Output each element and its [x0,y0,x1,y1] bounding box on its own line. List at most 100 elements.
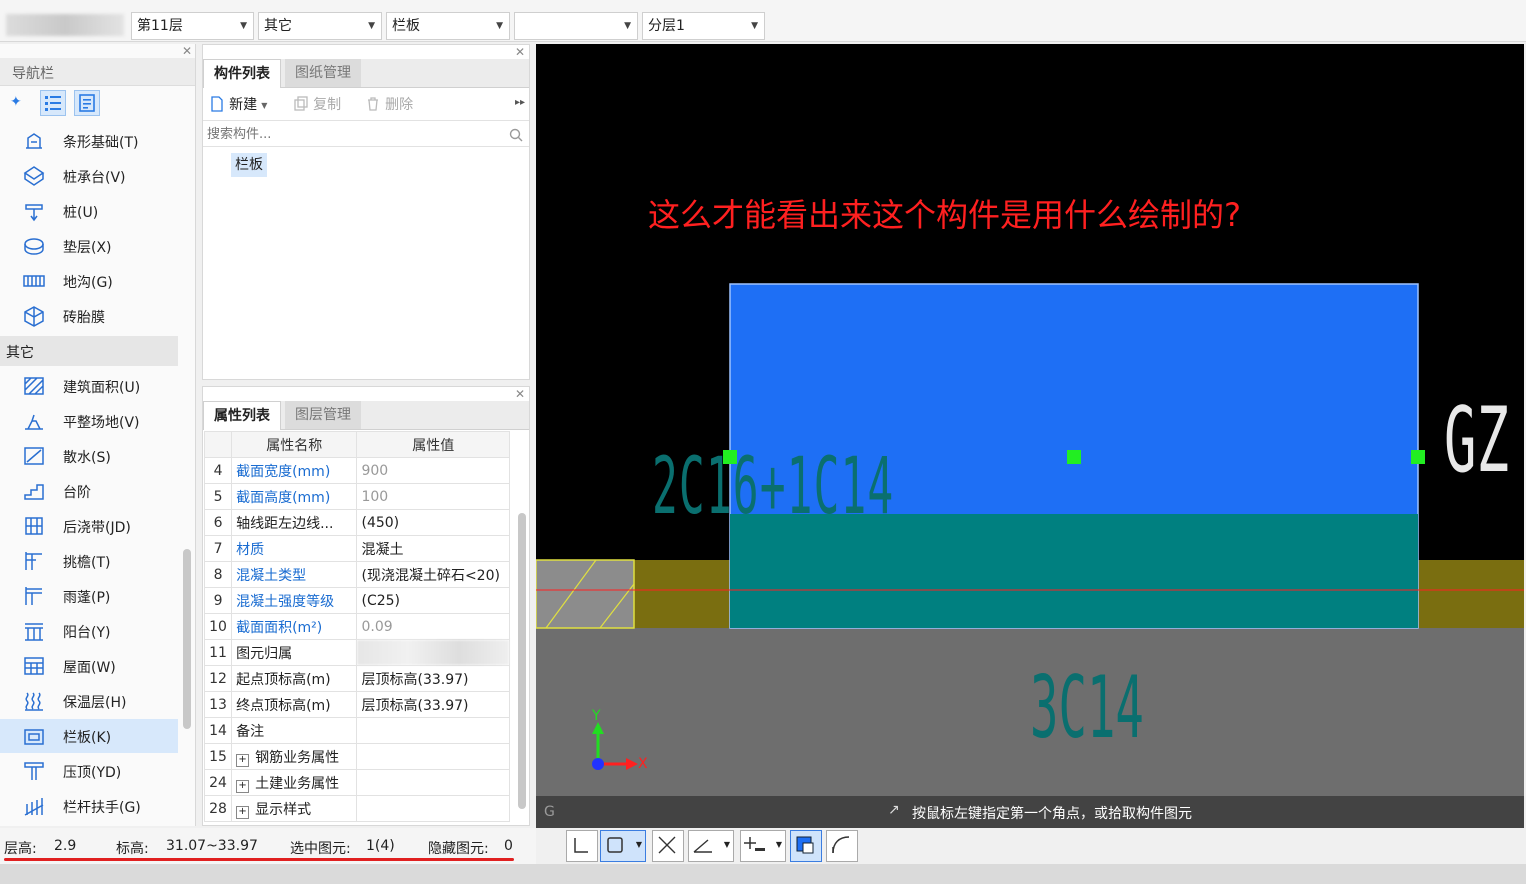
nav-item[interactable]: 后浇带(JD) [0,509,178,543]
property-row[interactable]: 9 混凝土强度等级 (C25) [203,587,510,614]
expand-icon[interactable]: + [236,805,250,819]
tab-drawing-management[interactable]: 图纸管理 [285,59,361,87]
property-value[interactable] [356,639,510,666]
row-number: 9 [203,587,233,614]
offset-button[interactable]: ▼ [740,830,786,862]
nav-item[interactable]: 平整场地(V) [0,404,178,438]
property-value[interactable]: (450) [356,509,510,536]
more-icon[interactable]: ▸▸ [515,97,525,108]
property-row[interactable]: 14 备注 [203,717,510,744]
nav-item[interactable]: 桩承台(V) [0,159,178,193]
detail-view-icon[interactable] [74,90,100,116]
property-row[interactable]: 11 图元归属 [203,639,510,666]
elevation-label: 标高: [116,841,149,857]
close-icon[interactable]: ✕ [515,45,525,59]
angle-icon [693,839,712,853]
property-value[interactable]: (C25) [356,587,510,614]
property-value[interactable]: 0.09 [356,613,510,640]
component-select[interactable]: ▼ [514,12,638,40]
category-select[interactable]: 其它 ▼ [258,12,382,40]
property-value[interactable]: 层顶标高(33.97) [356,665,510,692]
property-value[interactable] [356,795,510,822]
add-icon[interactable]: ✦ [10,94,22,110]
component-item[interactable]: 栏板 [231,153,267,177]
nav-scrollbar[interactable] [183,549,191,729]
nav-item[interactable]: 建筑面积(U) [0,369,178,403]
nav-item[interactable]: 条形基础(T) [0,124,178,158]
nav-item-label: 桩承台(V) [63,170,126,186]
property-row[interactable]: 10 截面面积(m²) 0.09 [203,613,510,640]
delete-button[interactable]: 删除 [365,96,413,117]
property-name-cell: 截面面积(m²) [231,613,358,640]
floor-height-label: 层高: [4,841,37,857]
angle-button[interactable]: ▼ [688,830,734,862]
nav-item[interactable]: 阳台(Y) [0,614,178,648]
nav-item[interactable]: 散水(S) [0,439,178,473]
property-value[interactable]: 混凝土 [356,535,510,562]
grip-handle[interactable] [1411,450,1425,464]
expand-icon[interactable]: + [236,779,250,793]
nav-item[interactable]: 压顶(YD) [0,754,178,788]
property-value[interactable]: (现浇混凝土碎石<20) [356,561,510,588]
cross-button[interactable] [652,830,684,862]
dynamic-input-button[interactable] [790,830,822,862]
tab-property-list[interactable]: 属性列表 [203,401,281,430]
railing-icon [22,795,46,817]
copy-button[interactable]: 复制 [293,96,341,117]
property-table-header: 属性名称 属性值 [203,431,510,458]
search-icon[interactable] [509,128,523,142]
property-row[interactable]: 7 材质 混凝土 [203,535,510,562]
property-value[interactable] [356,743,510,770]
close-icon[interactable]: ✕ [182,44,192,58]
nav-item[interactable]: 砖胎膜 [0,299,178,333]
snap-button[interactable]: ▼ [600,830,646,862]
property-value[interactable]: 900 [356,457,510,484]
chevron-down-icon: ▼ [496,21,503,31]
type-select[interactable]: 栏板 ▼ [386,12,510,40]
nav-item[interactable]: 垫层(X) [0,229,178,263]
arc-button[interactable] [826,830,858,862]
property-row[interactable]: 5 截面高度(mm) 100 [203,483,510,510]
nav-item[interactable]: 地沟(G) [0,264,178,298]
nav-item[interactable]: 栏板(K) [0,719,178,753]
ortho-button[interactable] [566,830,598,862]
search-input[interactable] [205,124,505,144]
property-row[interactable]: 8 混凝土类型 (现浇混凝土碎石<20) [203,561,510,588]
property-value[interactable] [356,717,510,744]
list-view-icon[interactable] [40,90,66,116]
close-icon[interactable]: ✕ [515,387,525,401]
expand-icon[interactable]: + [236,753,250,767]
nav-item[interactable]: 台阶 [0,474,178,508]
floor-select-value: 第11层 [137,18,183,34]
property-row[interactable]: 4 截面宽度(mm) 900 [203,457,510,484]
property-value[interactable]: 100 [356,483,510,510]
nav-item[interactable]: 挑檐(T) [0,544,178,578]
tab-layer-management[interactable]: 图层管理 [285,401,361,429]
nav-group-header[interactable]: 其它 [0,336,178,366]
floor-select[interactable]: 第11层 ▼ [131,12,254,40]
nav-item[interactable]: 栏杆扶手(G) [0,789,178,823]
property-value[interactable] [356,769,510,796]
property-row[interactable]: 15 + 钢筋业务属性 [203,743,510,770]
nav-item[interactable]: 桩(U) [0,194,178,228]
property-scrollbar[interactable] [518,513,526,809]
property-table: 属性名称 属性值 4 截面宽度(mm) 900 5 截面高度(mm) 100 6 轴线距左边线… [203,431,510,822]
new-button[interactable]: 新建 ▼ [209,96,267,117]
nav-item[interactable]: 保温层(H) [0,684,178,718]
property-name-cell: 图元归属 [231,639,358,666]
property-value[interactable]: 层顶标高(33.97) [356,691,510,718]
property-row[interactable]: 13 终点顶标高(m) 层顶标高(33.97) [203,691,510,718]
property-row[interactable]: 12 起点顶标高(m) 层顶标高(33.97) [203,665,510,692]
property-name: 显示样式 [255,801,312,818]
nav-item[interactable]: 屋面(W) [0,649,178,683]
drawing-canvas[interactable]: 这么才能看出来这个构件是用什么绘制的? 2C16+1C14 3C14 GZ Y … [536,44,1524,828]
nav-item[interactable]: 雨蓬(P) [0,579,178,613]
cad-toolbar: ▼ ▼ ▼ [536,828,1526,864]
property-row[interactable]: 28 + 显示样式 [203,795,510,822]
origin-dot [592,758,604,770]
tab-component-list[interactable]: 构件列表 [203,59,281,88]
layer-select[interactable]: 分层1 ▼ [642,12,765,40]
grip-handle[interactable] [1067,450,1081,464]
property-row[interactable]: 24 + 土建业务属性 [203,769,510,796]
property-row[interactable]: 6 轴线距左边线... (450) [203,509,510,536]
